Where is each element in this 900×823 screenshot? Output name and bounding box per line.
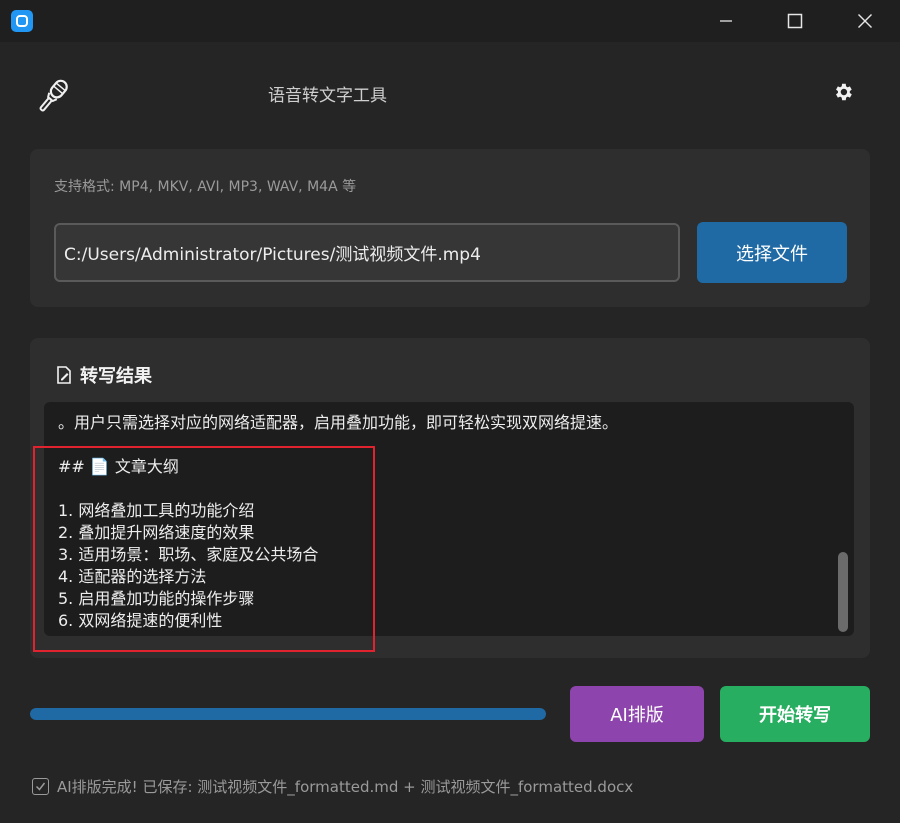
progress-bar xyxy=(30,708,546,720)
result-heading: 转写结果 xyxy=(54,362,152,388)
status-bar: AI排版完成! 已保存: 测试视频文件_formatted.md + 测试视频文… xyxy=(32,776,633,797)
checkbox-icon xyxy=(32,778,49,795)
minimize-button[interactable] xyxy=(696,0,756,42)
file-panel: 支持格式: MP4, MKV, AVI, MP3, WAV, M4A 等 选择文… xyxy=(30,149,870,307)
gear-icon[interactable] xyxy=(832,81,854,103)
result-heading-label: 转写结果 xyxy=(80,366,152,387)
start-transcribe-button[interactable]: 开始转写 xyxy=(720,686,870,742)
progress-fill xyxy=(30,708,546,720)
supported-formats-label: 支持格式: MP4, MKV, AVI, MP3, WAV, M4A 等 xyxy=(54,179,357,195)
ai-format-button[interactable]: AI排版 xyxy=(570,686,704,742)
minimize-icon xyxy=(720,20,732,22)
title-bar xyxy=(0,0,900,42)
app-title: 语音转文字工具 xyxy=(268,86,387,106)
file-path-input[interactable] xyxy=(54,223,680,282)
select-file-button[interactable]: 选择文件 xyxy=(697,222,847,283)
close-button[interactable] xyxy=(835,0,895,42)
scrollbar[interactable] xyxy=(838,552,848,632)
status-text: AI排版完成! 已保存: 测试视频文件_formatted.md + 测试视频文… xyxy=(57,778,634,796)
app-icon xyxy=(11,10,33,32)
edit-document-icon xyxy=(57,366,71,384)
close-icon xyxy=(858,14,872,28)
microphone-icon xyxy=(39,79,68,112)
maximize-button[interactable] xyxy=(765,0,825,42)
highlight-box xyxy=(33,446,375,652)
maximize-icon xyxy=(787,13,803,29)
